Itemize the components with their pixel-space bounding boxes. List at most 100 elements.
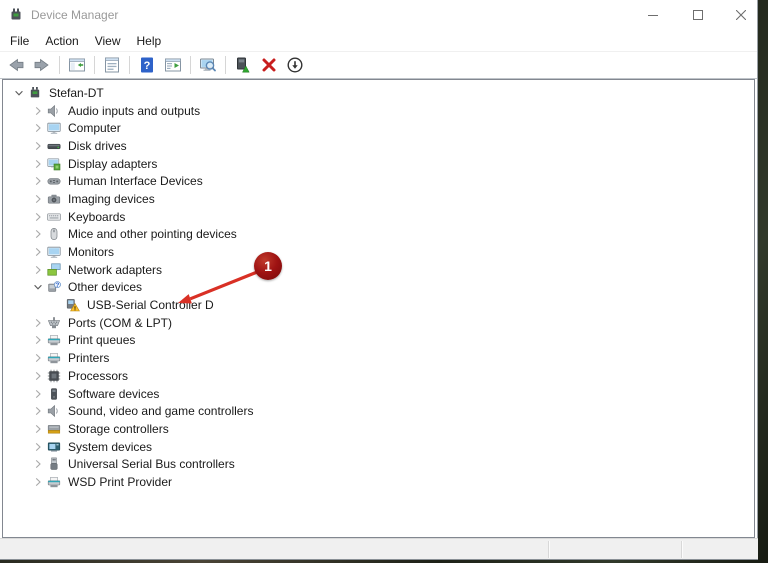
tree-item-label: Keyboards xyxy=(68,209,126,224)
chevron-right-icon[interactable] xyxy=(28,139,47,153)
tree-item-keyboards[interactable]: Keyboards xyxy=(3,208,754,226)
tree-item-ports-com-lpt[interactable]: Ports (COM & LPT) xyxy=(3,314,754,332)
keyboard-icon xyxy=(47,210,61,224)
printer-icon xyxy=(47,475,61,489)
tree-item-label: Monitors xyxy=(68,245,115,260)
properties-button[interactable] xyxy=(100,53,124,77)
show-console-tree-button[interactable] xyxy=(65,53,89,77)
chevron-right-icon[interactable] xyxy=(28,157,47,171)
tree-item-imaging-devices[interactable]: Imaging devices xyxy=(3,190,754,208)
chevron-down-icon[interactable] xyxy=(9,86,28,100)
tree-item-display-adapters[interactable]: Display adapters xyxy=(3,155,754,173)
disable-device-icon xyxy=(286,56,304,74)
computer-icon xyxy=(47,121,61,135)
chevron-right-icon[interactable] xyxy=(28,316,47,330)
title-bar[interactable]: Device Manager xyxy=(0,0,757,30)
menu-item-help[interactable]: Help xyxy=(129,31,170,51)
forward-button[interactable] xyxy=(30,53,54,77)
scan-hardware-changes-button[interactable] xyxy=(196,53,220,77)
chevron-right-icon[interactable] xyxy=(28,104,47,118)
tree-item-sound-video-and-game-controllers[interactable]: Sound, video and game controllers xyxy=(3,402,754,420)
tree-item-label: Stefan-DT xyxy=(49,85,104,100)
tree-item-stefan-dt[interactable]: Stefan-DT xyxy=(3,84,754,102)
show-action-pane-button[interactable] xyxy=(161,53,185,77)
chevron-right-icon[interactable] xyxy=(28,192,47,206)
chevron-right-icon[interactable] xyxy=(28,351,47,365)
tree-item-label: Audio inputs and outputs xyxy=(68,103,201,118)
arrow-left-icon xyxy=(7,56,25,74)
tree-item-monitors[interactable]: Monitors xyxy=(3,243,754,261)
svg-text:?: ? xyxy=(55,282,59,289)
back-button[interactable] xyxy=(4,53,28,77)
menu-item-action[interactable]: Action xyxy=(37,31,86,51)
device-manager-icon xyxy=(8,7,24,23)
chevron-right-icon[interactable] xyxy=(28,457,47,471)
chevron-down-icon[interactable] xyxy=(28,280,47,294)
maximize-button[interactable] xyxy=(675,0,720,30)
update-driver-button[interactable] xyxy=(231,53,255,77)
chevron-right-icon[interactable] xyxy=(28,422,47,436)
tree-item-label: Imaging devices xyxy=(68,191,155,206)
tree-item-network-adapters[interactable]: Network adapters xyxy=(3,261,754,279)
device-tree-panel: Stefan-DT Audio inputs and outputs Compute… xyxy=(2,79,755,538)
chevron-right-icon[interactable] xyxy=(28,227,47,241)
tree-item-label: Storage controllers xyxy=(68,421,169,436)
tree-item-label: Network adapters xyxy=(68,262,163,277)
sound-icon xyxy=(47,404,61,418)
toolbar-separator xyxy=(129,56,130,74)
tree-item-printers[interactable]: Printers xyxy=(3,349,754,367)
tree-item-storage-controllers[interactable]: Storage controllers xyxy=(3,420,754,438)
chevron-right-icon[interactable] xyxy=(28,440,47,454)
scan-hardware-icon xyxy=(199,56,217,74)
chevron-right-icon[interactable] xyxy=(28,263,47,277)
tree-item-label: Printers xyxy=(68,351,110,366)
tree-item-wsd-print-provider[interactable]: WSD Print Provider xyxy=(3,473,754,491)
tree-item-universal-serial-bus-controllers[interactable]: Universal Serial Bus controllers xyxy=(3,455,754,473)
tree-item-software-devices[interactable]: Software devices xyxy=(3,385,754,403)
uninstall-device-button[interactable] xyxy=(257,53,281,77)
chevron-right-icon[interactable] xyxy=(28,333,47,347)
tree-item-label: Disk drives xyxy=(68,138,127,153)
mouse-icon xyxy=(47,227,61,241)
tree-item-label: WSD Print Provider xyxy=(68,474,173,489)
toolbar-separator xyxy=(59,56,60,74)
tree-item-other-devices[interactable]: ? Other devices xyxy=(3,279,754,297)
close-button[interactable] xyxy=(718,0,757,30)
minimize-button[interactable] xyxy=(630,0,675,30)
chevron-right-icon[interactable] xyxy=(28,245,47,259)
chevron-right-icon[interactable] xyxy=(28,121,47,135)
tree-item-disk-drives[interactable]: Disk drives xyxy=(3,137,754,155)
audio-icon xyxy=(47,104,61,118)
menu-item-view[interactable]: View xyxy=(87,31,129,51)
tree-item-audio-inputs-and-outputs[interactable]: Audio inputs and outputs xyxy=(3,102,754,120)
help-button[interactable]: ? xyxy=(135,53,159,77)
disable-device-button[interactable] xyxy=(283,53,307,77)
status-bar xyxy=(0,538,758,559)
tree-item-label: Universal Serial Bus controllers xyxy=(68,457,235,472)
serial-port-icon xyxy=(47,316,61,330)
help-icon: ? xyxy=(138,56,156,74)
tree-item-label: USB-Serial Controller D xyxy=(87,298,214,313)
chevron-right-icon[interactable] xyxy=(28,210,47,224)
chevron-right-icon[interactable] xyxy=(28,174,47,188)
window-title: Device Manager xyxy=(31,8,119,22)
tree-item-human-interface-devices[interactable]: Human Interface Devices xyxy=(3,172,754,190)
chevron-right-icon[interactable] xyxy=(28,475,47,489)
console-tree-icon xyxy=(68,56,86,74)
tree-item-print-queues[interactable]: Print queues xyxy=(3,332,754,350)
tree-item-usb-serial-controller-d[interactable]: USB-Serial Controller D xyxy=(3,296,754,314)
system-devices-icon xyxy=(47,440,61,454)
tree-item-computer[interactable]: Computer xyxy=(3,119,754,137)
menu-item-file[interactable]: File xyxy=(2,31,37,51)
imaging-icon xyxy=(47,192,61,206)
tree-item-label: Other devices xyxy=(68,280,143,295)
unknown-device-warning-icon xyxy=(66,298,80,312)
tree-item-system-devices[interactable]: System devices xyxy=(3,438,754,456)
tree-item-processors[interactable]: Processors xyxy=(3,367,754,385)
tree-item-label: Human Interface Devices xyxy=(68,174,203,189)
tree-item-mice-and-other-pointing-devices[interactable]: Mice and other pointing devices xyxy=(3,226,754,244)
chevron-right-icon[interactable] xyxy=(28,404,47,418)
chevron-right-icon[interactable] xyxy=(28,369,47,383)
close-icon xyxy=(735,10,746,20)
chevron-right-icon[interactable] xyxy=(28,387,47,401)
